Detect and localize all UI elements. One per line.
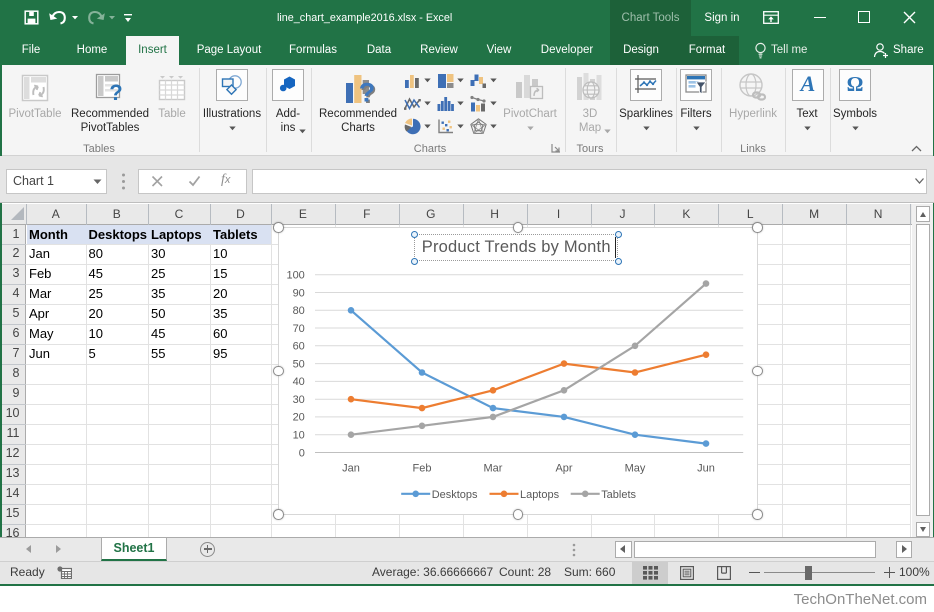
svg-text:10: 10 <box>292 429 304 441</box>
svg-text:40: 40 <box>292 376 304 388</box>
svg-text:?: ? <box>109 80 122 104</box>
svg-text:30: 30 <box>292 394 304 406</box>
svg-text:70: 70 <box>292 323 304 335</box>
svg-text:May: May <box>624 462 645 474</box>
svg-text:0: 0 <box>298 447 304 459</box>
svg-text:Apr: Apr <box>555 462 572 474</box>
svg-text:60: 60 <box>292 340 304 352</box>
svg-text:50: 50 <box>292 358 304 370</box>
svg-text:20: 20 <box>292 411 304 423</box>
svg-text:Laptops: Laptops <box>520 489 560 501</box>
svg-text:Feb: Feb <box>412 462 431 474</box>
svg-text:90: 90 <box>292 287 304 299</box>
svg-text:?: ? <box>359 78 376 107</box>
svg-text:Mar: Mar <box>483 462 502 474</box>
svg-text:Tablets: Tablets <box>601 489 636 501</box>
svg-text:Desktops: Desktops <box>431 489 477 501</box>
svg-text:80: 80 <box>292 305 304 317</box>
svg-text:Jan: Jan <box>342 462 360 474</box>
svg-text:Jun: Jun <box>697 462 715 474</box>
svg-text:100: 100 <box>286 269 304 281</box>
